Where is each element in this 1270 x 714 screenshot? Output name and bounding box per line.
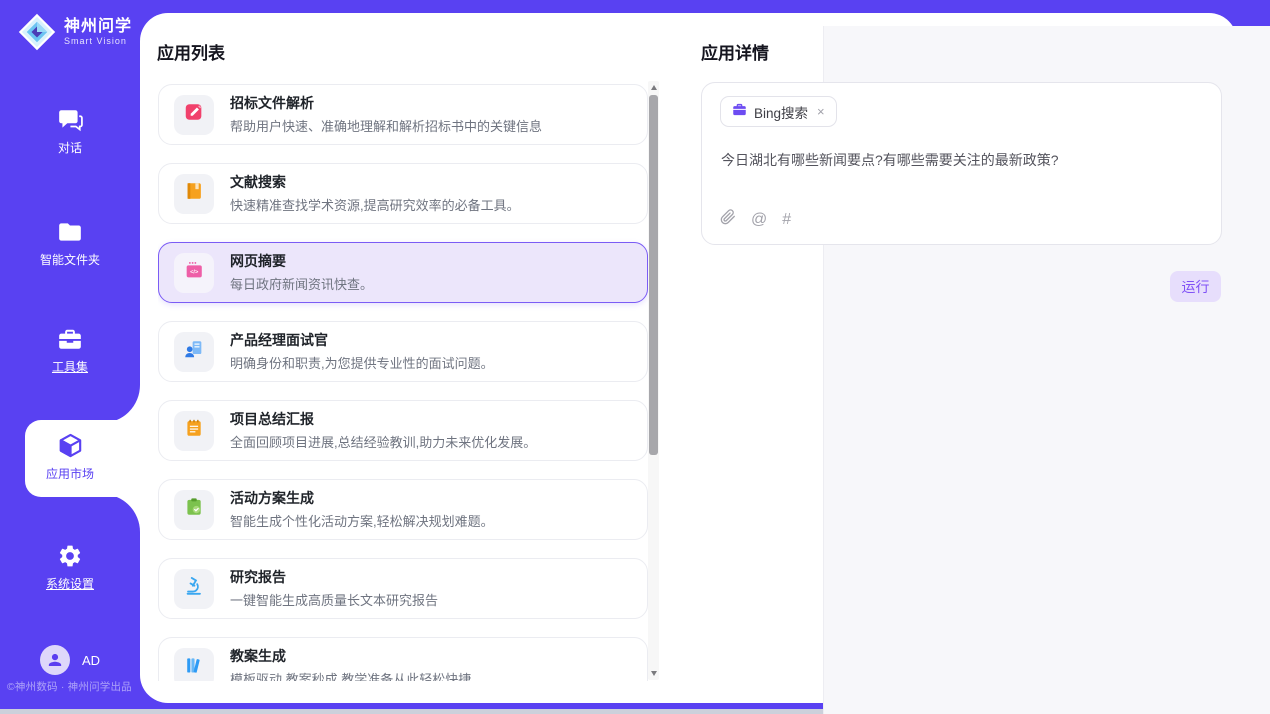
app-description: 明确身份和职责,为您提供专业性的面试问题。 xyxy=(230,353,494,372)
prompt-input[interactable]: 今日湖北有哪些新闻要点?有哪些需要关注的最新政策? xyxy=(721,150,1199,170)
app-icon-tile xyxy=(174,174,214,214)
app-name: 项目总结汇报 xyxy=(230,411,536,428)
scroll-down-icon[interactable] xyxy=(648,667,659,680)
app-icon-tile xyxy=(174,332,214,372)
folder-icon xyxy=(57,218,84,245)
sidebar: 神州问学 Smart Vision 对话智能文件夹工具集应用市场系统设置 AD … xyxy=(0,0,140,714)
app-card[interactable]: 研究报告一键智能生成高质量长文本研究报告 xyxy=(158,558,648,619)
diamond-logo-icon xyxy=(18,13,56,51)
chat-icon xyxy=(57,106,84,133)
user-row[interactable]: AD xyxy=(0,645,140,675)
sidebar-item-label: 智能文件夹 xyxy=(40,251,100,268)
pen-square-icon xyxy=(183,101,205,128)
sidebar-item-toolset[interactable]: 工具集 xyxy=(0,325,140,391)
cube-icon xyxy=(57,432,84,459)
app-description: 一键智能生成高质量长文本研究报告 xyxy=(230,590,438,609)
notepad-icon xyxy=(183,417,205,444)
sidebar-item-chat[interactable]: 对话 xyxy=(0,106,140,172)
app-card[interactable]: 产品经理面试官明确身份和职责,为您提供专业性的面试问题。 xyxy=(158,321,648,382)
app-name: 研究报告 xyxy=(230,569,438,586)
app-description: 全面回顾项目进展,总结经验教训,助力未来优化发展。 xyxy=(230,432,536,451)
person-icon xyxy=(46,651,64,669)
app-card[interactable]: 活动方案生成智能生成个性化活动方案,轻松解决规划难题。 xyxy=(158,479,648,540)
brand-logo: 神州问学 Smart Vision xyxy=(18,13,132,51)
prompt-toolbar: @ # xyxy=(720,209,791,230)
app-name: 教案生成 xyxy=(230,648,471,665)
app-list: 招标文件解析帮助用户快速、准确地理解和解析招标书中的关键信息文献搜索快速精准查找… xyxy=(158,84,648,681)
book-icon xyxy=(183,180,205,207)
chip-remove-icon[interactable]: × xyxy=(817,104,825,119)
app-description: 模板驱动,教案秒成,教学准备从此轻松快捷 xyxy=(230,669,471,682)
app-description: 每日政府新闻资讯快查。 xyxy=(230,274,373,293)
app-icon-tile xyxy=(174,648,214,682)
app-card[interactable]: </> 网页摘要每日政府新闻资讯快查。 xyxy=(158,242,648,303)
app-icon-tile: </> xyxy=(174,253,214,293)
app-name: 活动方案生成 xyxy=(230,490,494,507)
app-detail-title: 应用详情 xyxy=(701,39,769,64)
sidebar-item-smart-folders[interactable]: 智能文件夹 xyxy=(0,218,140,284)
sidebar-item-system-settings[interactable]: 系统设置 xyxy=(0,542,140,608)
app-name: 招标文件解析 xyxy=(230,95,542,112)
app-name: 产品经理面试官 xyxy=(230,332,494,349)
at-icon[interactable]: @ xyxy=(751,212,767,228)
avatar xyxy=(40,645,70,675)
app-icon-tile xyxy=(174,411,214,451)
app-card[interactable]: 教案生成模板驱动,教案秒成,教学准备从此轻松快捷 xyxy=(158,637,648,681)
interviewer-icon xyxy=(183,338,205,365)
microscope-icon xyxy=(183,575,205,602)
brand-name: 神州问学 xyxy=(64,18,132,36)
gear-icon xyxy=(57,542,84,569)
svg-text:</>: </> xyxy=(190,269,199,275)
sidebar-item-app-market[interactable]: 应用市场 xyxy=(0,432,140,498)
scrollbar[interactable] xyxy=(648,81,659,680)
app-description: 智能生成个性化活动方案,轻松解决规划难题。 xyxy=(230,511,494,530)
sidebar-item-label: 对话 xyxy=(58,139,82,156)
app-description: 帮助用户快速、准确地理解和解析招标书中的关键信息 xyxy=(230,116,542,135)
active-tab-curve-bottom xyxy=(102,494,140,532)
app-icon-tile xyxy=(174,569,214,609)
sidebar-item-label: 系统设置 xyxy=(46,575,94,592)
briefcase-icon xyxy=(732,102,747,122)
app-name: 网页摘要 xyxy=(230,253,373,270)
hash-icon[interactable]: # xyxy=(782,212,791,228)
app-card[interactable]: 文献搜索快速精准查找学术资源,提高研究效率的必备工具。 xyxy=(158,163,648,224)
sidebar-item-label: 应用市场 xyxy=(46,465,94,482)
sidebar-item-label: 工具集 xyxy=(52,358,88,375)
books-icon xyxy=(183,654,205,681)
tool-chip[interactable]: Bing搜索 × xyxy=(720,96,837,127)
paperclip-icon[interactable] xyxy=(720,209,736,230)
app-list-title: 应用列表 xyxy=(157,39,225,64)
sidebar-footer: ©神州数码 · 神州问学出品 xyxy=(7,679,140,694)
brand-subtitle: Smart Vision xyxy=(64,36,132,46)
app-card[interactable]: 招标文件解析帮助用户快速、准确地理解和解析招标书中的关键信息 xyxy=(158,84,648,145)
app-card[interactable]: 项目总结汇报全面回顾项目进展,总结经验教训,助力未来优化发展。 xyxy=(158,400,648,461)
scrollbar-thumb[interactable] xyxy=(649,95,658,455)
app-icon-tile xyxy=(174,490,214,530)
app-icon-tile xyxy=(174,95,214,135)
run-button[interactable]: 运行 xyxy=(1170,271,1221,302)
scroll-up-icon[interactable] xyxy=(648,81,659,94)
app-name: 文献搜索 xyxy=(230,174,520,191)
app-window: 神州问学 Smart Vision 对话智能文件夹工具集应用市场系统设置 AD … xyxy=(0,0,1270,714)
prompt-card: Bing搜索 × 今日湖北有哪些新闻要点?有哪些需要关注的最新政策? @ # xyxy=(701,82,1222,245)
user-name: AD xyxy=(82,653,100,668)
clipboard-check-icon xyxy=(183,496,205,523)
tool-chip-label: Bing搜索 xyxy=(754,102,808,122)
toolbox-icon xyxy=(57,325,84,352)
app-description: 快速精准查找学术资源,提高研究效率的必备工具。 xyxy=(230,195,520,214)
browser-code-icon: </> xyxy=(183,259,205,286)
